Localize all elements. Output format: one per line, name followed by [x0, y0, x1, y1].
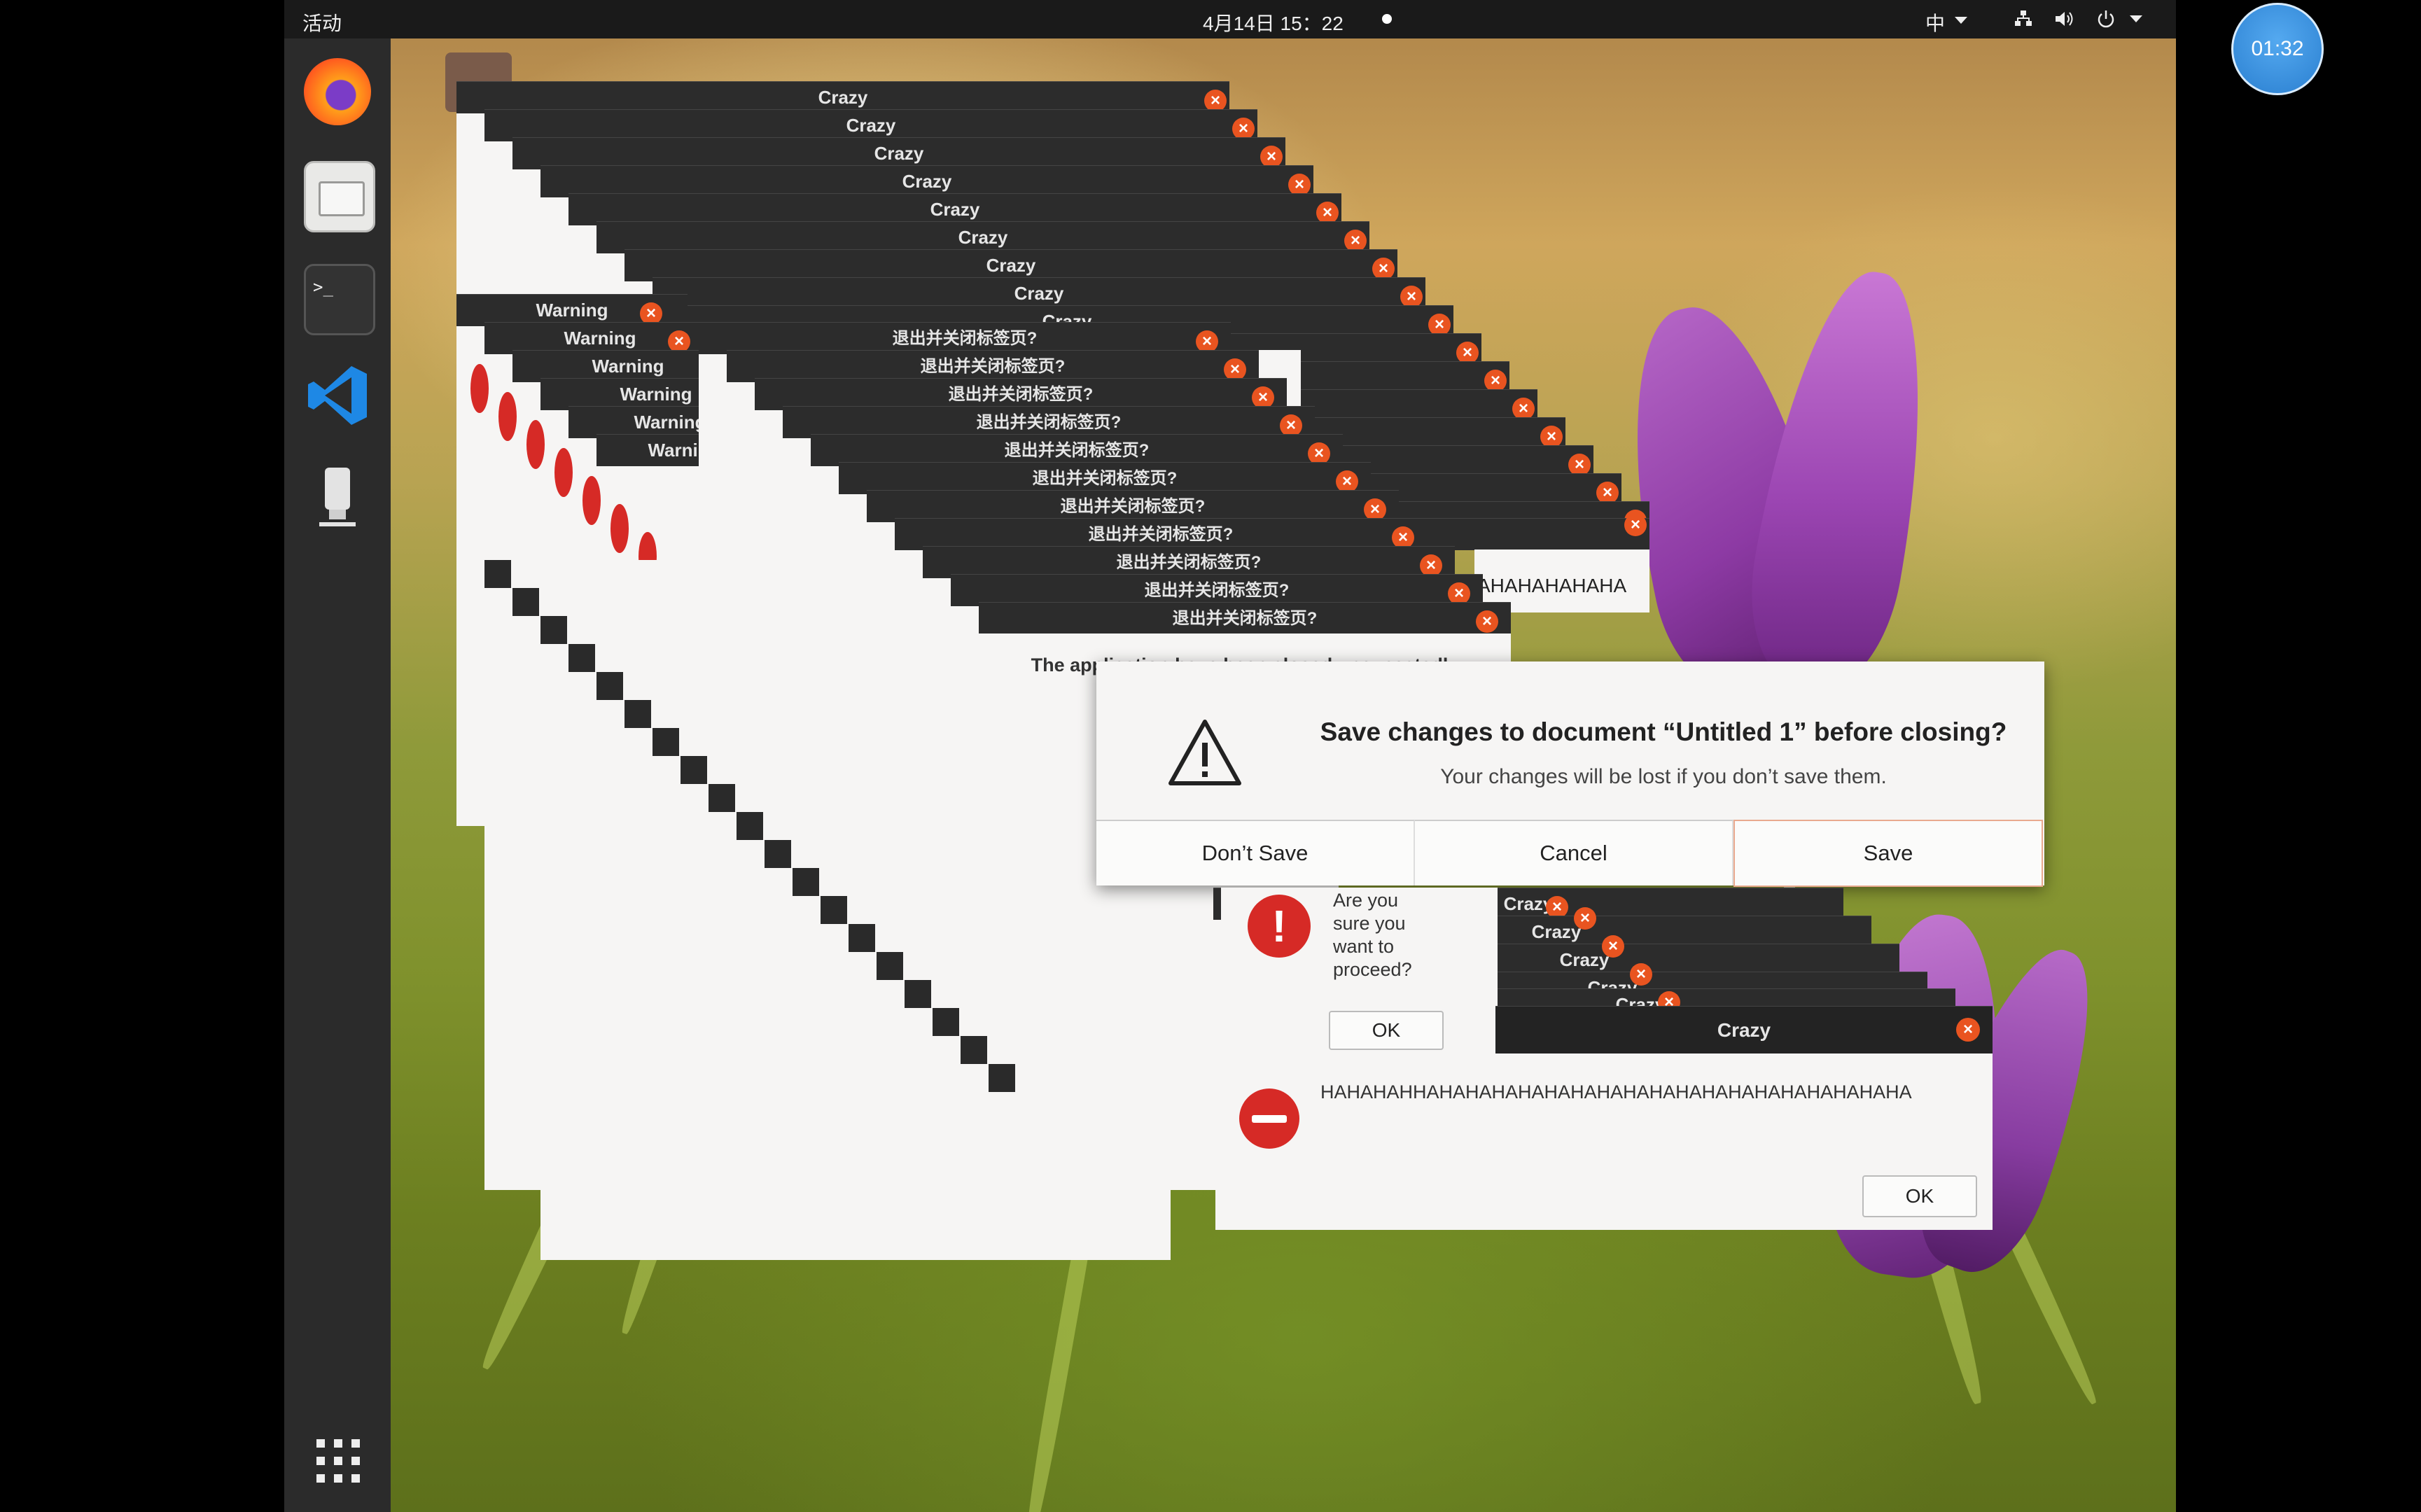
dialog-edge: [905, 980, 931, 1008]
recording-timer-badge[interactable]: 01:32: [2231, 3, 2324, 95]
error-icon: [582, 476, 601, 525]
save-button[interactable]: Save: [1733, 820, 2043, 887]
cancel-button[interactable]: Cancel: [1415, 820, 1733, 886]
dialog-edge: [961, 1036, 987, 1064]
dialog-edge: [877, 952, 903, 980]
dialog-edge: [681, 756, 707, 784]
dialog-edge: [793, 868, 819, 896]
dialog-edge: [821, 896, 847, 924]
dont-save-button[interactable]: Don’t Save: [1096, 820, 1415, 886]
hidden-message-text: AHAHAHAHAHA: [1477, 575, 1627, 596]
save-changes-dialog: Save changes to document “Untitled 1” be…: [1096, 662, 2044, 887]
crazy-error-dialog: Crazy × HAHAHAHHAHAHAHAHAHAHAHAHAHAHAHAH…: [1215, 1006, 1993, 1230]
terminal-icon[interactable]: >_: [304, 264, 375, 335]
system-menu-chevron-icon[interactable]: [2130, 15, 2142, 22]
volume-icon[interactable]: [2054, 9, 2075, 29]
close-icon[interactable]: ×: [1956, 1018, 1980, 1042]
dialog-edge: [989, 1064, 1015, 1092]
close-icon[interactable]: ×: [1624, 514, 1647, 536]
desktop-screen: 活动 4月14日 15：22 中 >_ Crazy × Crazy × Craz…: [284, 0, 2176, 1512]
dialog-titlebar: Crazy: [1495, 1006, 1993, 1054]
confirm-message: Are you sure you want to proceed?: [1333, 890, 1412, 980]
power-icon[interactable]: [2096, 8, 2116, 29]
warning-icon: [1166, 718, 1243, 788]
files-icon[interactable]: [304, 161, 375, 232]
network-icon[interactable]: [2014, 10, 2033, 28]
top-bar: 活动 4月14日 15：22 中: [284, 0, 2176, 38]
dialog-titlebar: 退出并关闭标签页?: [979, 602, 1511, 634]
app-grid-icon[interactable]: [314, 1436, 363, 1485]
close-icon[interactable]: ×: [1602, 935, 1624, 958]
recording-dot-icon: [1382, 14, 1392, 24]
dialog-edge: [933, 1008, 959, 1036]
error-stop-icon: [1239, 1088, 1299, 1149]
activities-button[interactable]: 活动: [302, 8, 342, 36]
input-method-indicator[interactable]: 中: [1925, 8, 1945, 36]
dialog-edge: [540, 616, 567, 644]
chevron-down-icon[interactable]: [1955, 17, 1967, 24]
close-icon[interactable]: ×: [1630, 963, 1652, 986]
clock-label[interactable]: 4月14日 15：22: [1203, 8, 1344, 36]
dialog-edge: [849, 924, 875, 952]
dialog-edge: [765, 840, 791, 868]
error-icon: [554, 448, 573, 497]
close-icon[interactable]: ×: [1476, 610, 1498, 633]
firefox-icon[interactable]: [304, 58, 371, 125]
dialog-title: Save changes to document “Untitled 1” be…: [1320, 718, 2007, 746]
error-icon: [498, 392, 517, 441]
dock: >_: [284, 38, 391, 1512]
dialog-subtitle: Your changes will be lost if you don’t s…: [1440, 765, 1887, 788]
dialog-edge: [709, 784, 735, 812]
dialog-edge: [653, 728, 679, 756]
error-icon: [470, 364, 489, 413]
error-icon: [526, 420, 545, 469]
dialog-edge: [625, 700, 651, 728]
dialog-edge: [568, 644, 595, 672]
dialog-edge: [484, 560, 511, 588]
dialog-body: HAHAHAHHAHAHAHAHAHAHAHAHAHAHAHAHAHAHAHAH…: [1215, 1054, 1993, 1230]
dialog-edge: [737, 812, 763, 840]
dialog-edge: [512, 588, 539, 616]
exclamation-icon: !: [1248, 895, 1311, 958]
dialog-edge: [596, 672, 623, 700]
error-icon: [611, 504, 629, 553]
ok-button[interactable]: OK: [1862, 1175, 1977, 1217]
usb-drive-icon[interactable]: [304, 462, 371, 529]
close-icon[interactable]: ×: [1574, 907, 1596, 930]
vscode-icon[interactable]: [304, 362, 371, 429]
error-message: HAHAHAHHAHAHAHAHAHAHAHAHAHAHAHAHAHAHAHAH…: [1320, 1082, 1912, 1102]
